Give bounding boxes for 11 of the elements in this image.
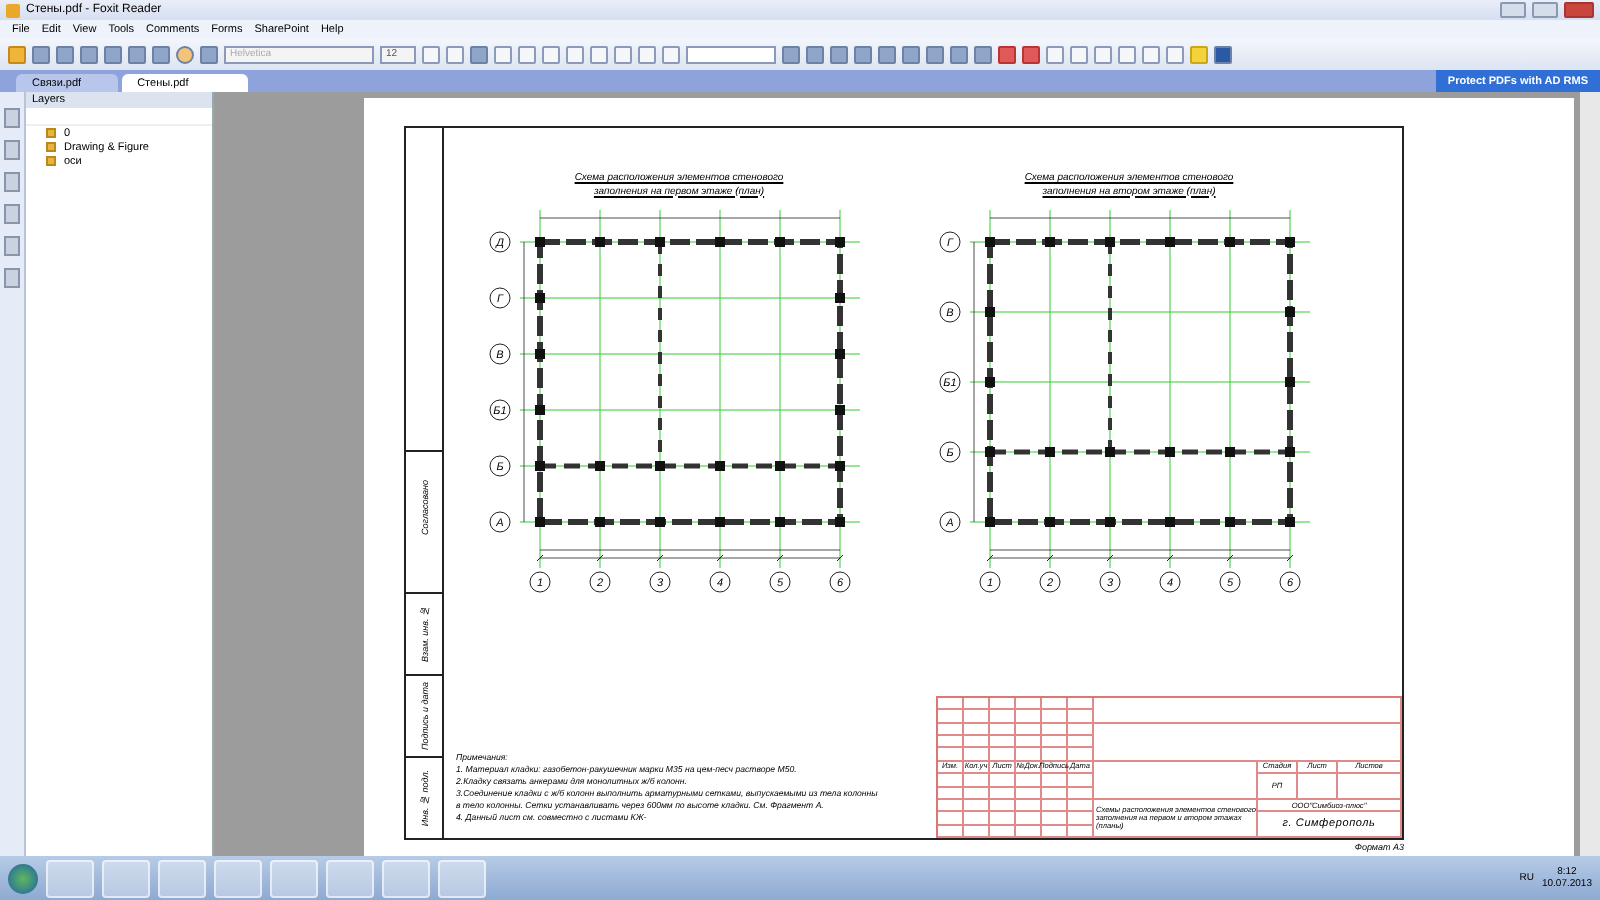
scrollbar[interactable] — [1580, 92, 1600, 856]
checkbox[interactable] — [46, 142, 56, 152]
search-field[interactable] — [686, 45, 776, 63]
start-button[interactable] — [8, 863, 38, 893]
minimize-button[interactable] — [1500, 2, 1526, 18]
maximize-button[interactable] — [1532, 2, 1558, 18]
close-button[interactable] — [1564, 2, 1594, 18]
table-cell — [1338, 774, 1402, 800]
checkbox[interactable] — [46, 128, 56, 138]
checkbox[interactable] — [46, 156, 56, 166]
table-cell — [1298, 774, 1338, 800]
